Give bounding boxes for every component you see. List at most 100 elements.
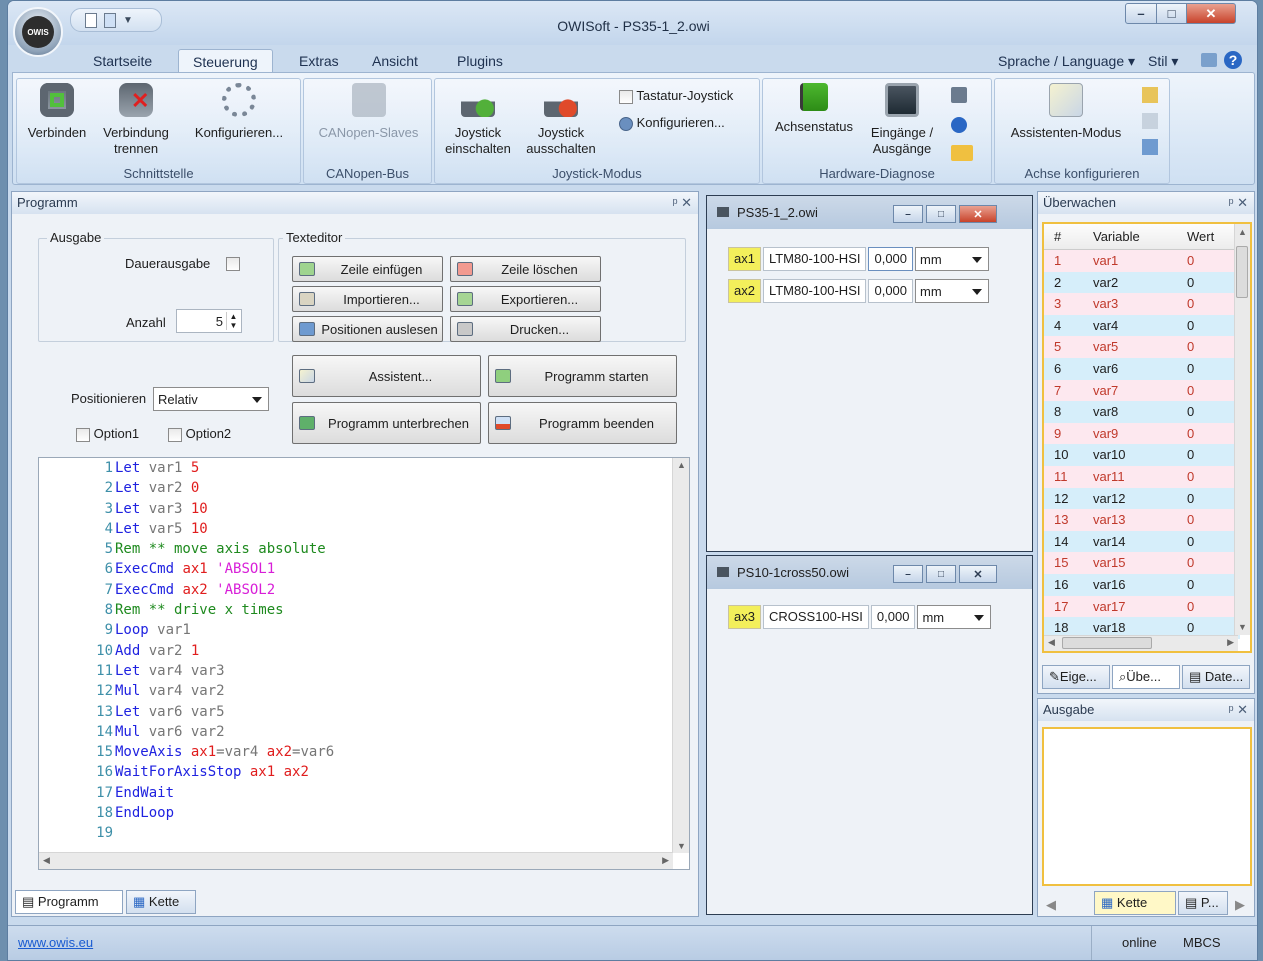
new-document-icon[interactable]	[85, 12, 97, 28]
table-row[interactable]: 3 var3 0	[1044, 293, 1240, 315]
horizontal-scrollbar[interactable]: ◀ ▶	[39, 852, 673, 869]
table-row[interactable]: 11 var11 0	[1044, 465, 1240, 488]
tab-programm[interactable]: ▤ Programm	[15, 890, 123, 914]
window-layout-icon[interactable]	[1201, 53, 1217, 67]
table-row[interactable]: 14 var14 0	[1044, 530, 1240, 553]
edit-settings-icon[interactable]	[1142, 87, 1158, 103]
mdi-minimize-button[interactable]: –	[893, 205, 923, 223]
tab-kette[interactable]: ▦ Kette	[126, 890, 196, 914]
option2[interactable]: Option2	[168, 426, 231, 442]
scroll-up-icon[interactable]: ▲	[1238, 227, 1247, 237]
scroll-down-icon[interactable]: ▼	[677, 841, 686, 851]
minimize-button[interactable]: –	[1125, 3, 1157, 24]
spinner-arrows-icon[interactable]: ▲ ▼	[226, 312, 240, 330]
tab-steuerung[interactable]: Steuerung	[178, 49, 273, 73]
axis-position[interactable]: 0,000	[868, 247, 914, 271]
configure-joystick-button[interactable]: Konfigurieren...	[619, 115, 725, 131]
language-menu[interactable]: Sprache / Language ▾	[998, 49, 1135, 73]
table-row[interactable]: 7 var7 0	[1044, 379, 1240, 402]
qat-dropdown-icon[interactable]: ▼	[123, 15, 133, 26]
tab-startseite[interactable]: Startseite	[93, 49, 152, 73]
help-icon[interactable]: ?	[1224, 51, 1242, 69]
code-line[interactable]: 7 ExecCmd ax2 'ABSOL2	[39, 580, 334, 600]
mdi-close-button[interactable]: ✕	[959, 205, 997, 223]
keyboard-joystick-option[interactable]: Tastatur-Joystick	[619, 88, 733, 104]
anzahl-spinner[interactable]: 5 ▲ ▼	[176, 309, 242, 333]
tab-scroll-left-icon[interactable]: ◀	[1046, 897, 1056, 913]
code-line[interactable]: 11 Let var4 var3	[39, 661, 334, 681]
scroll-down-icon[interactable]: ▼	[1238, 622, 1247, 632]
code-line[interactable]: 3 Let var3 10	[39, 499, 334, 519]
grid-icon[interactable]	[1142, 113, 1158, 129]
pin-close-icons[interactable]: ᵖ ✕	[673, 192, 692, 213]
canopen-slaves-button[interactable]: CANopen-Slaves	[308, 83, 429, 141]
mdi-minimize-button[interactable]: –	[893, 565, 923, 583]
axis-position[interactable]: 0,000	[868, 279, 914, 303]
table-row[interactable]: 1 var1 0	[1044, 250, 1240, 272]
tab-ueberwachen[interactable]: ⌕Übe...	[1112, 665, 1180, 689]
col-header-nr[interactable]: #	[1054, 224, 1061, 250]
tab-eigenschaften[interactable]: ✎Eige...	[1042, 665, 1110, 689]
option1-checkbox[interactable]	[76, 427, 90, 442]
keyboard-joystick-checkbox[interactable]	[619, 89, 633, 104]
code-line[interactable]: 4 Let var5 10	[39, 519, 334, 539]
tab-dateien[interactable]: ▤ Date...	[1182, 665, 1250, 689]
tab-extras[interactable]: Extras	[299, 49, 339, 73]
delete-line-button[interactable]: Zeile löschen	[450, 256, 601, 282]
code-line[interactable]: 5 Rem ** move axis absolute	[39, 539, 334, 559]
tab-scroll-right-icon[interactable]: ▶	[1235, 897, 1245, 913]
code-line[interactable]: 9 Loop var1	[39, 620, 334, 640]
insert-line-button[interactable]: Zeile einfügen	[292, 256, 443, 282]
configure-interface-button[interactable]: Konfigurieren...	[180, 83, 298, 141]
start-program-button[interactable]: Programm starten	[488, 355, 677, 397]
scroll-thumb[interactable]	[1236, 246, 1248, 298]
table-row[interactable]: 8 var8 0	[1044, 401, 1240, 423]
export-icon[interactable]	[1142, 139, 1158, 155]
axis-unit-select[interactable]: mm	[915, 247, 990, 271]
table-row[interactable]: 5 var5 0	[1044, 336, 1240, 358]
axis-unit-select[interactable]: mm	[917, 605, 992, 629]
axis-status-button[interactable]: Achsenstatus	[768, 83, 860, 135]
close-button[interactable]: ✕	[1186, 3, 1236, 24]
table-row[interactable]: 6 var6 0	[1044, 357, 1240, 380]
code-line[interactable]: 10 Add var2 1	[39, 641, 334, 661]
code-line[interactable]: 13 Let var6 var5	[39, 702, 334, 722]
vertical-scrollbar[interactable]: ▲ ▼	[672, 458, 689, 853]
code-line[interactable]: 12 Mul var4 var2	[39, 681, 334, 701]
info-icon[interactable]	[951, 117, 967, 133]
code-line[interactable]: 6 ExecCmd ax1 'ABSOL1	[39, 559, 334, 579]
export-button[interactable]: Exportieren...	[450, 286, 601, 312]
joystick-off-button[interactable]: Joystick ausschalten	[519, 83, 603, 157]
watch-horizontal-scrollbar[interactable]: ◀ ▶	[1044, 635, 1238, 651]
code-line[interactable]: 14 Mul var6 var2	[39, 722, 334, 742]
website-link[interactable]: www.owis.eu	[18, 935, 93, 950]
table-row[interactable]: 2 var2 0	[1044, 271, 1240, 294]
joystick-on-button[interactable]: Joystick einschalten	[439, 83, 517, 157]
option2-checkbox[interactable]	[168, 427, 182, 442]
code-line[interactable]: 19	[39, 823, 334, 843]
assistant-mode-button[interactable]: Assistenten-Modus	[1000, 83, 1132, 141]
scroll-up-icon[interactable]: ▲	[677, 460, 686, 470]
col-header-variable[interactable]: Variable	[1093, 224, 1140, 250]
watch-vertical-scrollbar[interactable]: ▲ ▼	[1234, 224, 1250, 635]
mdi-maximize-button[interactable]: □	[926, 205, 956, 223]
maximize-button[interactable]: □	[1156, 3, 1187, 24]
scroll-right-icon[interactable]: ▶	[1227, 637, 1234, 648]
stop-program-button[interactable]: Programm beenden	[488, 402, 677, 444]
output-text-area[interactable]	[1042, 727, 1252, 886]
pause-program-button[interactable]: Programm unterbrechen	[292, 402, 481, 444]
tab-p[interactable]: ▤ P...	[1178, 891, 1228, 915]
import-button[interactable]: Importieren...	[292, 286, 443, 312]
connect-button[interactable]: Verbinden	[21, 83, 93, 141]
axis-unit-select[interactable]: mm	[915, 279, 990, 303]
code-line[interactable]: 16 WaitForAxisStop ax1 ax2	[39, 762, 334, 782]
code-editor[interactable]: 1 Let var1 5 2 Let var2 0 3 Let var3 10 4 Let v…	[38, 457, 690, 870]
scroll-right-icon[interactable]: ▶	[662, 855, 669, 866]
read-positions-button[interactable]: Positionen auslesen	[292, 316, 443, 342]
open-document-icon[interactable]	[104, 12, 116, 28]
edit-icon[interactable]	[951, 145, 973, 161]
tab-kette-output[interactable]: ▦ Kette	[1094, 891, 1176, 915]
scroll-left-icon[interactable]: ◀	[1048, 637, 1055, 648]
col-header-wert[interactable]: Wert	[1187, 224, 1214, 250]
code-line[interactable]: 15 MoveAxis ax1=var4 ax2=var6	[39, 742, 334, 762]
